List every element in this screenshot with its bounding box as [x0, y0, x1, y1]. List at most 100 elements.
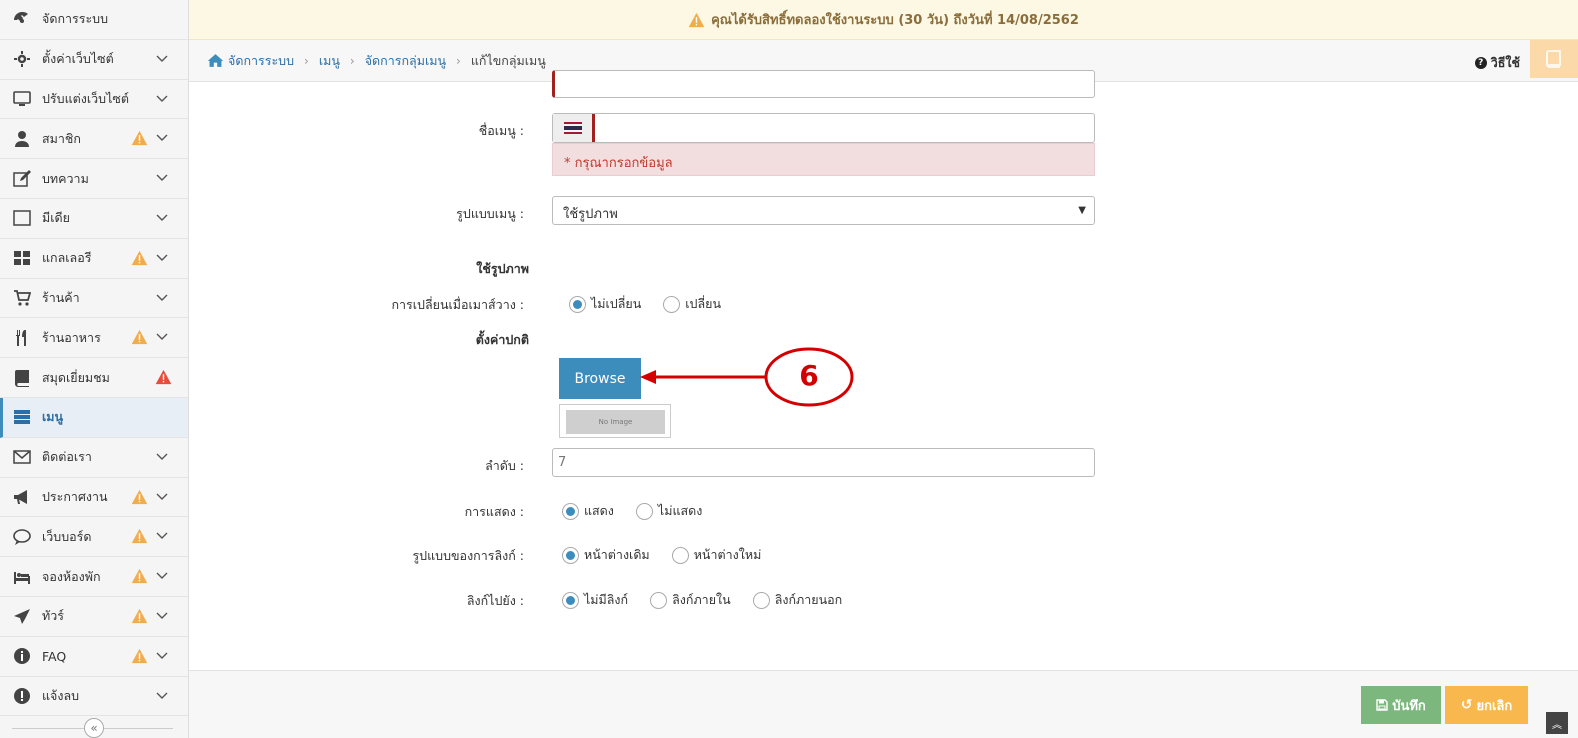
thai-flag-icon [553, 114, 595, 142]
sidebar-item-11[interactable]: ติดต่อเรา [0, 438, 188, 478]
sidebar-item-10[interactable]: เมนู [0, 397, 188, 438]
link-to-radios: ไม่มีลิงก์ ลิงก์ภายใน ลิงก์ภายนอก [562, 590, 864, 610]
radio-no-change[interactable]: ไม่เปลี่ยน [569, 294, 641, 314]
sidebar-item-13[interactable]: เว็บบอร์ด [0, 517, 188, 558]
warning-icon [131, 130, 148, 146]
warning-icon [131, 608, 148, 624]
menu-icon [12, 407, 32, 427]
breadcrumb-home[interactable]: จัดการระบบ [207, 51, 294, 71]
floppy-icon [1376, 699, 1388, 711]
sidebar-item-label: เมนู [42, 409, 64, 425]
bed-icon [12, 567, 32, 587]
gear-icon [12, 49, 32, 69]
breadcrumb-menu[interactable]: เมนู [319, 51, 340, 71]
order-field[interactable]: 7 [552, 448, 1095, 477]
menu-name-label: ชื่อเมนู : [478, 123, 524, 138]
chevron-down-icon [156, 92, 168, 104]
link-style-label: รูปแบบของการลิงก์ : [412, 548, 524, 563]
chevron-down-icon [156, 171, 168, 183]
radio-show[interactable]: แสดง [562, 501, 614, 521]
warning-icon [688, 12, 705, 27]
help-link[interactable]: ? วิธีใช้ [1474, 53, 1520, 73]
warning-icon [131, 648, 148, 664]
radio-change[interactable]: เปลี่ยน [663, 294, 721, 314]
hover-change-label: การเปลี่ยนเมื่อเมาส์วาง : [391, 297, 524, 312]
sidebar: จัดการระบบ ตั้งค่าเว็บไซต์ ปรับแต่งเว็บไซต… [0, 0, 189, 738]
scroll-top-button[interactable]: ︽ [1546, 712, 1568, 734]
section-default: ตั้งค่าปกติ [475, 332, 529, 347]
chevron-down-icon [156, 609, 168, 621]
sidebar-item-9[interactable]: สมุดเยี่ยมชม [0, 358, 188, 398]
question-icon: ? [1474, 57, 1487, 69]
sidebar-item-12[interactable]: ประกาศงาน [0, 478, 188, 518]
radio-dot [650, 591, 668, 609]
radio-new-window[interactable]: หน้าต่างใหม่ [671, 545, 761, 565]
radio-no-link[interactable]: ไม่มีลิงก์ [562, 590, 628, 610]
alert-icon [12, 686, 32, 706]
caret-down-icon: ▼ [1078, 205, 1086, 216]
cancel-button[interactable]: ↺ ยกเลิก [1445, 686, 1528, 724]
user-icon [12, 129, 32, 149]
sidebar-item-14[interactable]: จองห้องพัก [0, 557, 188, 597]
menu-name-field[interactable] [552, 113, 1095, 143]
save-button[interactable]: บันทึก [1361, 686, 1441, 724]
sidebar-item-2[interactable]: ปรับแต่งเว็บไซต์ [0, 80, 188, 120]
sidebar-item-3[interactable]: สมาชิก [0, 119, 188, 160]
radio-hide[interactable]: ไม่แสดง [635, 501, 702, 521]
monitor-icon [12, 89, 32, 109]
chevron-down-icon [156, 529, 168, 541]
cart-icon [12, 288, 32, 308]
sidebar-item-7[interactable]: ร้านค้า [0, 279, 188, 319]
cutlery-icon [12, 328, 32, 348]
chevron-down-icon [156, 569, 168, 581]
order-label: ลำดับ : [485, 458, 524, 473]
chevron-down-icon [156, 291, 168, 303]
radio-same-window[interactable]: หน้าต่างเดิม [562, 545, 650, 565]
sidebar-item-6[interactable]: แกลเลอรี [0, 239, 188, 279]
sidebar-item-5[interactable]: มีเดีย [0, 199, 188, 239]
chevron-down-icon [156, 330, 168, 342]
sidebar-item-4[interactable]: บทความ [0, 159, 188, 199]
display-radios: แสดง ไม่แสดง [562, 501, 724, 521]
annotation-arrow [640, 370, 768, 384]
link-to-label: ลิงก์ไปยัง : [466, 593, 524, 608]
sidebar-item-8[interactable]: ร้านอาหาร [0, 318, 188, 359]
home-icon [207, 54, 224, 67]
chevron-right-icon: › [456, 53, 461, 68]
sidebar-item-16[interactable]: FAQ [0, 637, 188, 677]
chevron-down-icon [156, 251, 168, 263]
warning-icon [131, 489, 148, 505]
radio-internal-link[interactable]: ลิงก์ภายใน [650, 590, 731, 610]
chevron-down-icon [156, 131, 168, 143]
trial-notice: คุณได้รับสิทธิ์ทดลองใช้งานระบบ (30 วัน) … [189, 0, 1578, 40]
grid-icon [12, 248, 32, 268]
book-icon [1546, 50, 1561, 68]
menu-type-label: รูปแบบเมนู : [456, 206, 524, 221]
double-chevron-up-icon: ︽ [1552, 719, 1562, 731]
radio-external-link[interactable]: ลิงก์ภายนอก [752, 590, 842, 610]
warning-icon [131, 250, 148, 266]
image-preview: No Image [559, 404, 671, 438]
breadcrumb-menu-groups[interactable]: จัดการกลุ่มเมนู [365, 51, 446, 71]
sidebar-item-1[interactable]: ตั้งค่าเว็บไซต์ [0, 40, 188, 80]
sidebar-item-0[interactable]: จัดการระบบ [0, 0, 188, 40]
radio-dot [562, 502, 579, 520]
chevron-down-icon [156, 649, 168, 661]
radio-dot [562, 591, 579, 609]
megaphone-icon [12, 487, 32, 507]
radio-dot [569, 295, 586, 313]
annotation-callout: 6 [764, 347, 854, 407]
chevron-down-icon [156, 490, 168, 502]
warning-icon [131, 329, 148, 345]
trial-notice-text: คุณได้รับสิทธิ์ทดลองใช้งานระบบ (30 วัน) … [711, 13, 1079, 28]
menu-type-select[interactable]: ใช้รูปภาพ ▼ [552, 196, 1095, 225]
sidebar-item-17[interactable]: แจ้งลบ [0, 677, 188, 717]
sidebar-item-15[interactable]: ทัวร์ [0, 597, 188, 637]
no-image-placeholder: No Image [566, 410, 665, 434]
description-field-partial[interactable] [552, 70, 1095, 98]
guide-button[interactable] [1530, 40, 1578, 78]
dashboard-icon [12, 9, 32, 29]
sidebar-collapse-button[interactable]: « [84, 718, 104, 738]
radio-dot [663, 295, 681, 313]
browse-button[interactable]: Browse [559, 358, 641, 399]
